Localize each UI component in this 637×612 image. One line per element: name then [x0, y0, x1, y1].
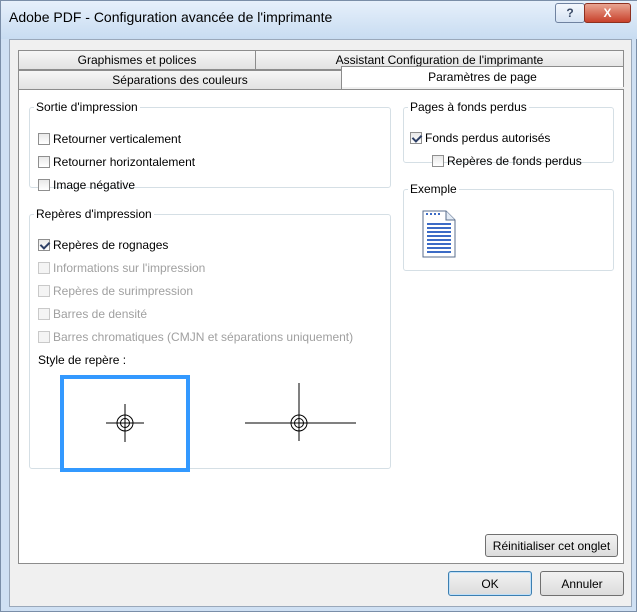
checkbox-label: Barres chromatiques (CMJN et séparations… [53, 330, 354, 344]
help-button[interactable]: ? [555, 3, 585, 23]
checkbox-box[interactable] [38, 156, 50, 168]
button-label: Réinitialiser cet onglet [492, 538, 611, 553]
checkbox-label: Repères de rognages [53, 238, 169, 252]
tab-label: Assistant Configuration de l'imprimante [335, 53, 544, 67]
dialog-window: Adobe PDF - Configuration avancée de l'i… [0, 0, 637, 612]
group-exemple: Exemple [403, 182, 614, 271]
mark-style-long[interactable] [235, 375, 365, 472]
tab-panel: Sortie d'impression Retourner verticalem… [18, 89, 624, 564]
checkbox-label: Retourner horizontalement [53, 155, 196, 169]
checkbox-reperes-fonds-perdus[interactable]: Repères de fonds perdus [432, 152, 582, 170]
checkbox-label: Repères de fonds perdus [447, 154, 582, 168]
checkbox-image-negative[interactable]: Image négative [38, 176, 135, 194]
group-fonds-perdus: Pages à fonds perdus Fonds perdus autori… [403, 100, 614, 168]
close-icon: X [603, 6, 612, 20]
ok-button[interactable]: OK [448, 571, 532, 596]
mark-style-compact[interactable] [60, 375, 190, 472]
checkbox-barres-densite: Barres de densité [38, 305, 147, 323]
checkbox-box [38, 285, 50, 297]
checkbox-box [38, 262, 50, 274]
checkbox-label: Retourner verticalement [53, 132, 182, 146]
group-reperes-impression: Repères d'impression Repères de rognages… [29, 207, 391, 472]
checkbox-fonds-perdus-autorises[interactable]: Fonds perdus autorisés [410, 129, 550, 147]
checkbox-reperes-surimpression: Repères de surimpression [38, 282, 193, 300]
checkbox-box[interactable] [432, 155, 444, 167]
checkbox-box[interactable] [38, 133, 50, 145]
button-label: Annuler [561, 576, 603, 591]
checkbox-box[interactable] [38, 239, 50, 251]
tab-label: Séparations des couleurs [112, 73, 248, 87]
window-title: Adobe PDF - Configuration avancée de l'i… [9, 9, 333, 25]
button-label: OK [481, 576, 499, 591]
checkbox-box[interactable] [38, 179, 50, 191]
group-legend: Repères d'impression [36, 207, 152, 221]
crop-mark-long-icon [245, 383, 356, 441]
checkbox-box[interactable] [410, 132, 422, 144]
checkbox-label: Fonds perdus autorisés [425, 131, 551, 145]
checkbox-barres-chromatiques: Barres chromatiques (CMJN et séparations… [38, 328, 353, 346]
dialog-client: Graphismes et polices Assistant Configur… [9, 39, 632, 607]
group-legend: Exemple [410, 182, 457, 196]
checkbox-retourner-horizontalement[interactable]: Retourner horizontalement [38, 153, 195, 171]
title-bar[interactable]: Adobe PDF - Configuration avancée de l'i… [1, 1, 637, 39]
tab-graphismes[interactable]: Graphismes et polices [18, 50, 256, 70]
checkbox-label: Image négative [53, 178, 136, 192]
style-repere-label: Style de repère : [38, 353, 127, 367]
cancel-button[interactable]: Annuler [540, 571, 624, 596]
tab-parametres-page[interactable]: Paramètres de page [341, 66, 624, 87]
checkbox-reperes-rognages[interactable]: Repères de rognages [38, 236, 168, 254]
checkbox-retourner-verticalement[interactable]: Retourner verticalement [38, 130, 181, 148]
reset-tab-button[interactable]: Réinitialiser cet onglet [485, 534, 618, 557]
checkbox-label: Barres de densité [53, 307, 148, 321]
checkbox-box [38, 331, 50, 343]
checkbox-label: Repères de surimpression [53, 284, 194, 298]
tab-label: Paramètres de page [428, 70, 537, 84]
tab-label: Graphismes et polices [77, 53, 197, 67]
group-legend: Sortie d'impression [36, 100, 138, 114]
tab-separations[interactable]: Séparations des couleurs [18, 70, 342, 90]
crop-mark-compact-icon [106, 404, 144, 442]
close-button[interactable]: X [584, 3, 631, 23]
group-legend: Pages à fonds perdus [410, 100, 527, 114]
group-sortie-impression: Sortie d'impression Retourner verticalem… [29, 100, 391, 192]
document-icon [422, 210, 456, 258]
checkbox-informations-impression: Informations sur l'impression [38, 259, 205, 277]
checkbox-box [38, 308, 50, 320]
help-icon: ? [566, 6, 574, 20]
checkbox-label: Informations sur l'impression [53, 261, 206, 275]
